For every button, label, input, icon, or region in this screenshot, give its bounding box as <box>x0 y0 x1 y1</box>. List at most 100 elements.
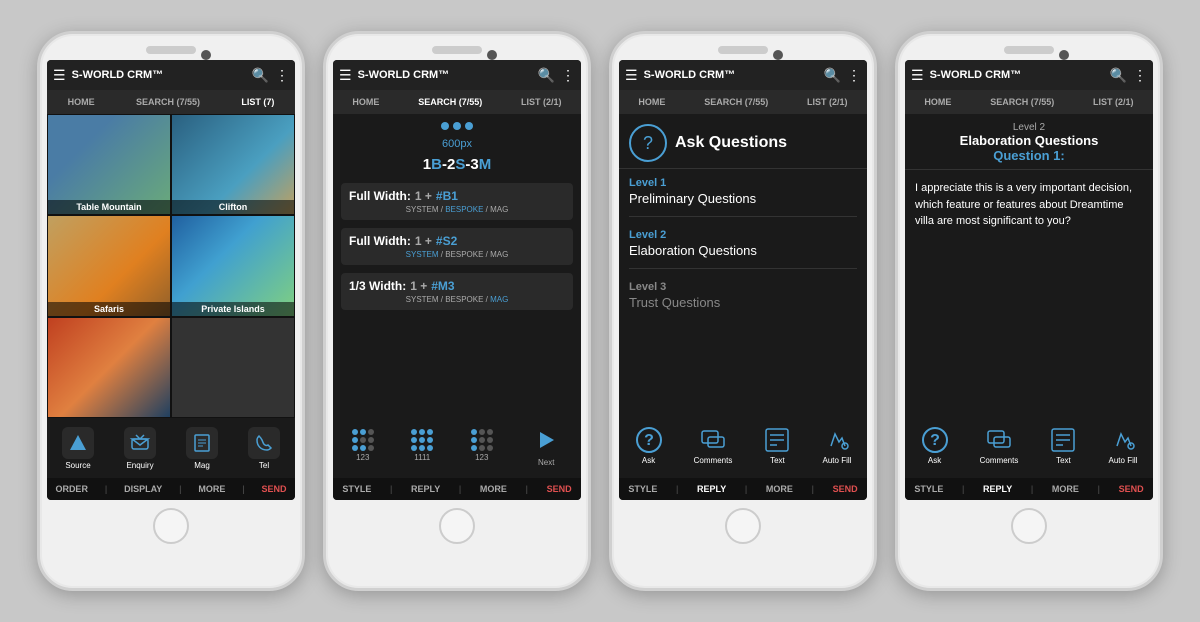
ask-level-3[interactable]: Level 3 Trust Questions <box>629 281 857 320</box>
next-button[interactable]: Next <box>530 424 562 467</box>
nav-bar-2: HOME SEARCH (7/55) LIST (2/1) <box>333 90 581 114</box>
search-icon-1[interactable]: 🔍 <box>252 67 269 84</box>
style-icon-123a[interactable]: 123 <box>352 429 374 462</box>
text-icon-4 <box>1049 426 1077 454</box>
nav-list-2[interactable]: LIST (2/1) <box>517 97 566 107</box>
hamburger-icon-1[interactable]: ☰ <box>53 67 66 84</box>
dot-2 <box>453 122 461 130</box>
autofill-label-4: Auto Fill <box>1109 456 1138 465</box>
nav-home-1[interactable]: HOME <box>64 97 99 107</box>
nav-bar-4: HOME SEARCH (7/55) LIST (2/1) <box>905 90 1153 114</box>
comments-button-3[interactable]: Comments <box>694 426 733 465</box>
display-action[interactable]: DISPLAY <box>124 484 162 494</box>
hamburger-icon-2[interactable]: ☰ <box>339 67 352 84</box>
comments-icon-svg <box>699 426 727 454</box>
home-btn-4[interactable] <box>1011 508 1047 544</box>
reply-action-4[interactable]: REPLY <box>983 484 1012 494</box>
source-button[interactable]: Source <box>62 427 94 470</box>
top-bar-4: ☰ S-WORLD CRM™ 🔍 ⋮ <box>905 60 1153 90</box>
comments-label-4: Comments <box>980 456 1019 465</box>
nav-list-1[interactable]: LIST (7) <box>237 97 278 107</box>
enquiry-button[interactable]: Enquiry <box>124 427 156 470</box>
style-row-top-m3: 1/3 Width: 1 + #M3 <box>349 279 565 293</box>
style-icon-123b[interactable]: 123 <box>471 429 493 462</box>
dot-3 <box>465 122 473 130</box>
grid-cell-safari[interactable]: Safaris <box>47 215 171 316</box>
style-row-m3[interactable]: 1/3 Width: 1 + #M3 SYSTEM / BESPOKE / MA… <box>341 273 573 310</box>
style-action-4[interactable]: STYLE <box>914 484 943 494</box>
nav-search-1[interactable]: SEARCH (7/55) <box>132 97 204 107</box>
autofill-button-4[interactable]: Auto Fill <box>1109 426 1138 465</box>
hamburger-icon-3[interactable]: ☰ <box>625 67 638 84</box>
text-button-3[interactable]: Text <box>763 426 791 465</box>
ask-level-1[interactable]: Level 1 Preliminary Questions <box>629 177 857 217</box>
ask-icon-4: ? <box>921 426 949 454</box>
ask-button-4[interactable]: ? Ask <box>921 426 949 465</box>
style-content-2: 600px 1B-2S-3M Full Width: 1 + #B1 SYSTE… <box>333 114 581 413</box>
grid-cell-mountain[interactable]: Table Mountain <box>47 114 171 215</box>
search-icon-3[interactable]: 🔍 <box>824 67 841 84</box>
nav-list-3[interactable]: LIST (2/1) <box>803 97 852 107</box>
ask-button-3[interactable]: ? Ask <box>635 426 663 465</box>
home-btn-3[interactable] <box>725 508 761 544</box>
more-icon-1[interactable]: ⋮ <box>275 67 289 84</box>
more-action-1[interactable]: MORE <box>198 484 225 494</box>
search-icon-4[interactable]: 🔍 <box>1110 67 1127 84</box>
more-action-2[interactable]: MORE <box>480 484 507 494</box>
nav-home-2[interactable]: HOME <box>348 97 383 107</box>
text-label-4: Text <box>1056 456 1071 465</box>
ask-icon-label-3: Ask <box>642 456 655 465</box>
comments-button-4[interactable]: Comments <box>980 426 1019 465</box>
more-icon-4[interactable]: ⋮ <box>1133 67 1147 84</box>
send-action-1[interactable]: SEND <box>262 484 287 494</box>
nav-search-3[interactable]: SEARCH (7/55) <box>700 97 772 107</box>
order-action[interactable]: ORDER <box>55 484 88 494</box>
style-hash-b1: #B1 <box>436 189 458 203</box>
nav-home-3[interactable]: HOME <box>634 97 669 107</box>
more-icon-2[interactable]: ⋮ <box>561 67 575 84</box>
grid-cell-clifton[interactable]: Clifton <box>171 114 295 215</box>
text-button-4[interactable]: Text <box>1049 426 1077 465</box>
ask-title-3: Ask Questions <box>675 134 787 152</box>
tel-button[interactable]: Tel <box>248 427 280 470</box>
more-action-4[interactable]: MORE <box>1052 484 1079 494</box>
phone-speaker-2 <box>432 46 482 54</box>
home-btn-2[interactable] <box>439 508 475 544</box>
nav-list-4[interactable]: LIST (2/1) <box>1089 97 1138 107</box>
hamburger-icon-4[interactable]: ☰ <box>911 67 924 84</box>
grid-cell-empty <box>171 317 295 418</box>
grid-cell-sunset[interactable] <box>47 317 171 418</box>
style-action-3[interactable]: STYLE <box>628 484 657 494</box>
app-title-2: S-WORLD CRM™ <box>358 69 538 81</box>
send-action-3[interactable]: SEND <box>833 484 858 494</box>
mag-button[interactable]: Mag <box>186 427 218 470</box>
style-icon-1111[interactable]: 1111 <box>411 429 433 462</box>
ask-level-name-2: Elaboration Questions <box>629 243 857 258</box>
style-row-s2[interactable]: Full Width: 1 + #S2 SYSTEM / BESPOKE / M… <box>341 228 573 265</box>
style-row-b1[interactable]: Full Width: 1 + #B1 SYSTEM / BESPOKE / M… <box>341 183 573 220</box>
ask-level-name-3: Trust Questions <box>629 295 857 310</box>
send-action-2[interactable]: SEND <box>547 484 572 494</box>
style-row-sub-s2: SYSTEM / BESPOKE / MAG <box>349 250 565 259</box>
nav-home-4[interactable]: HOME <box>920 97 955 107</box>
grid-label-safari: Safaris <box>48 302 170 316</box>
ask-icon-circle-3: ? <box>629 124 667 162</box>
nav-bar-3: HOME SEARCH (7/55) LIST (2/1) <box>619 90 867 114</box>
reply-action-3[interactable]: REPLY <box>697 484 726 494</box>
phone-screen-2: ☰ S-WORLD CRM™ 🔍 ⋮ HOME SEARCH (7/55) LI… <box>333 60 581 500</box>
nav-search-2[interactable]: SEARCH (7/55) <box>414 97 486 107</box>
enquiry-label: Enquiry <box>126 461 153 470</box>
grid-cell-islands[interactable]: Private Islands <box>171 215 295 316</box>
home-btn-1[interactable] <box>153 508 189 544</box>
style-action[interactable]: STYLE <box>342 484 371 494</box>
more-action-3[interactable]: MORE <box>766 484 793 494</box>
search-icon-2[interactable]: 🔍 <box>538 67 555 84</box>
nav-bar-1: HOME SEARCH (7/55) LIST (7) <box>47 90 295 114</box>
ask-level-2[interactable]: Level 2 Elaboration Questions <box>629 229 857 269</box>
nav-search-4[interactable]: SEARCH (7/55) <box>986 97 1058 107</box>
more-icon-3[interactable]: ⋮ <box>847 67 861 84</box>
reply-action-2[interactable]: REPLY <box>411 484 440 494</box>
autofill-button-3[interactable]: Auto Fill <box>823 426 852 465</box>
style-row-label-b1: Full Width: <box>349 189 411 203</box>
send-action-4[interactable]: SEND <box>1119 484 1144 494</box>
